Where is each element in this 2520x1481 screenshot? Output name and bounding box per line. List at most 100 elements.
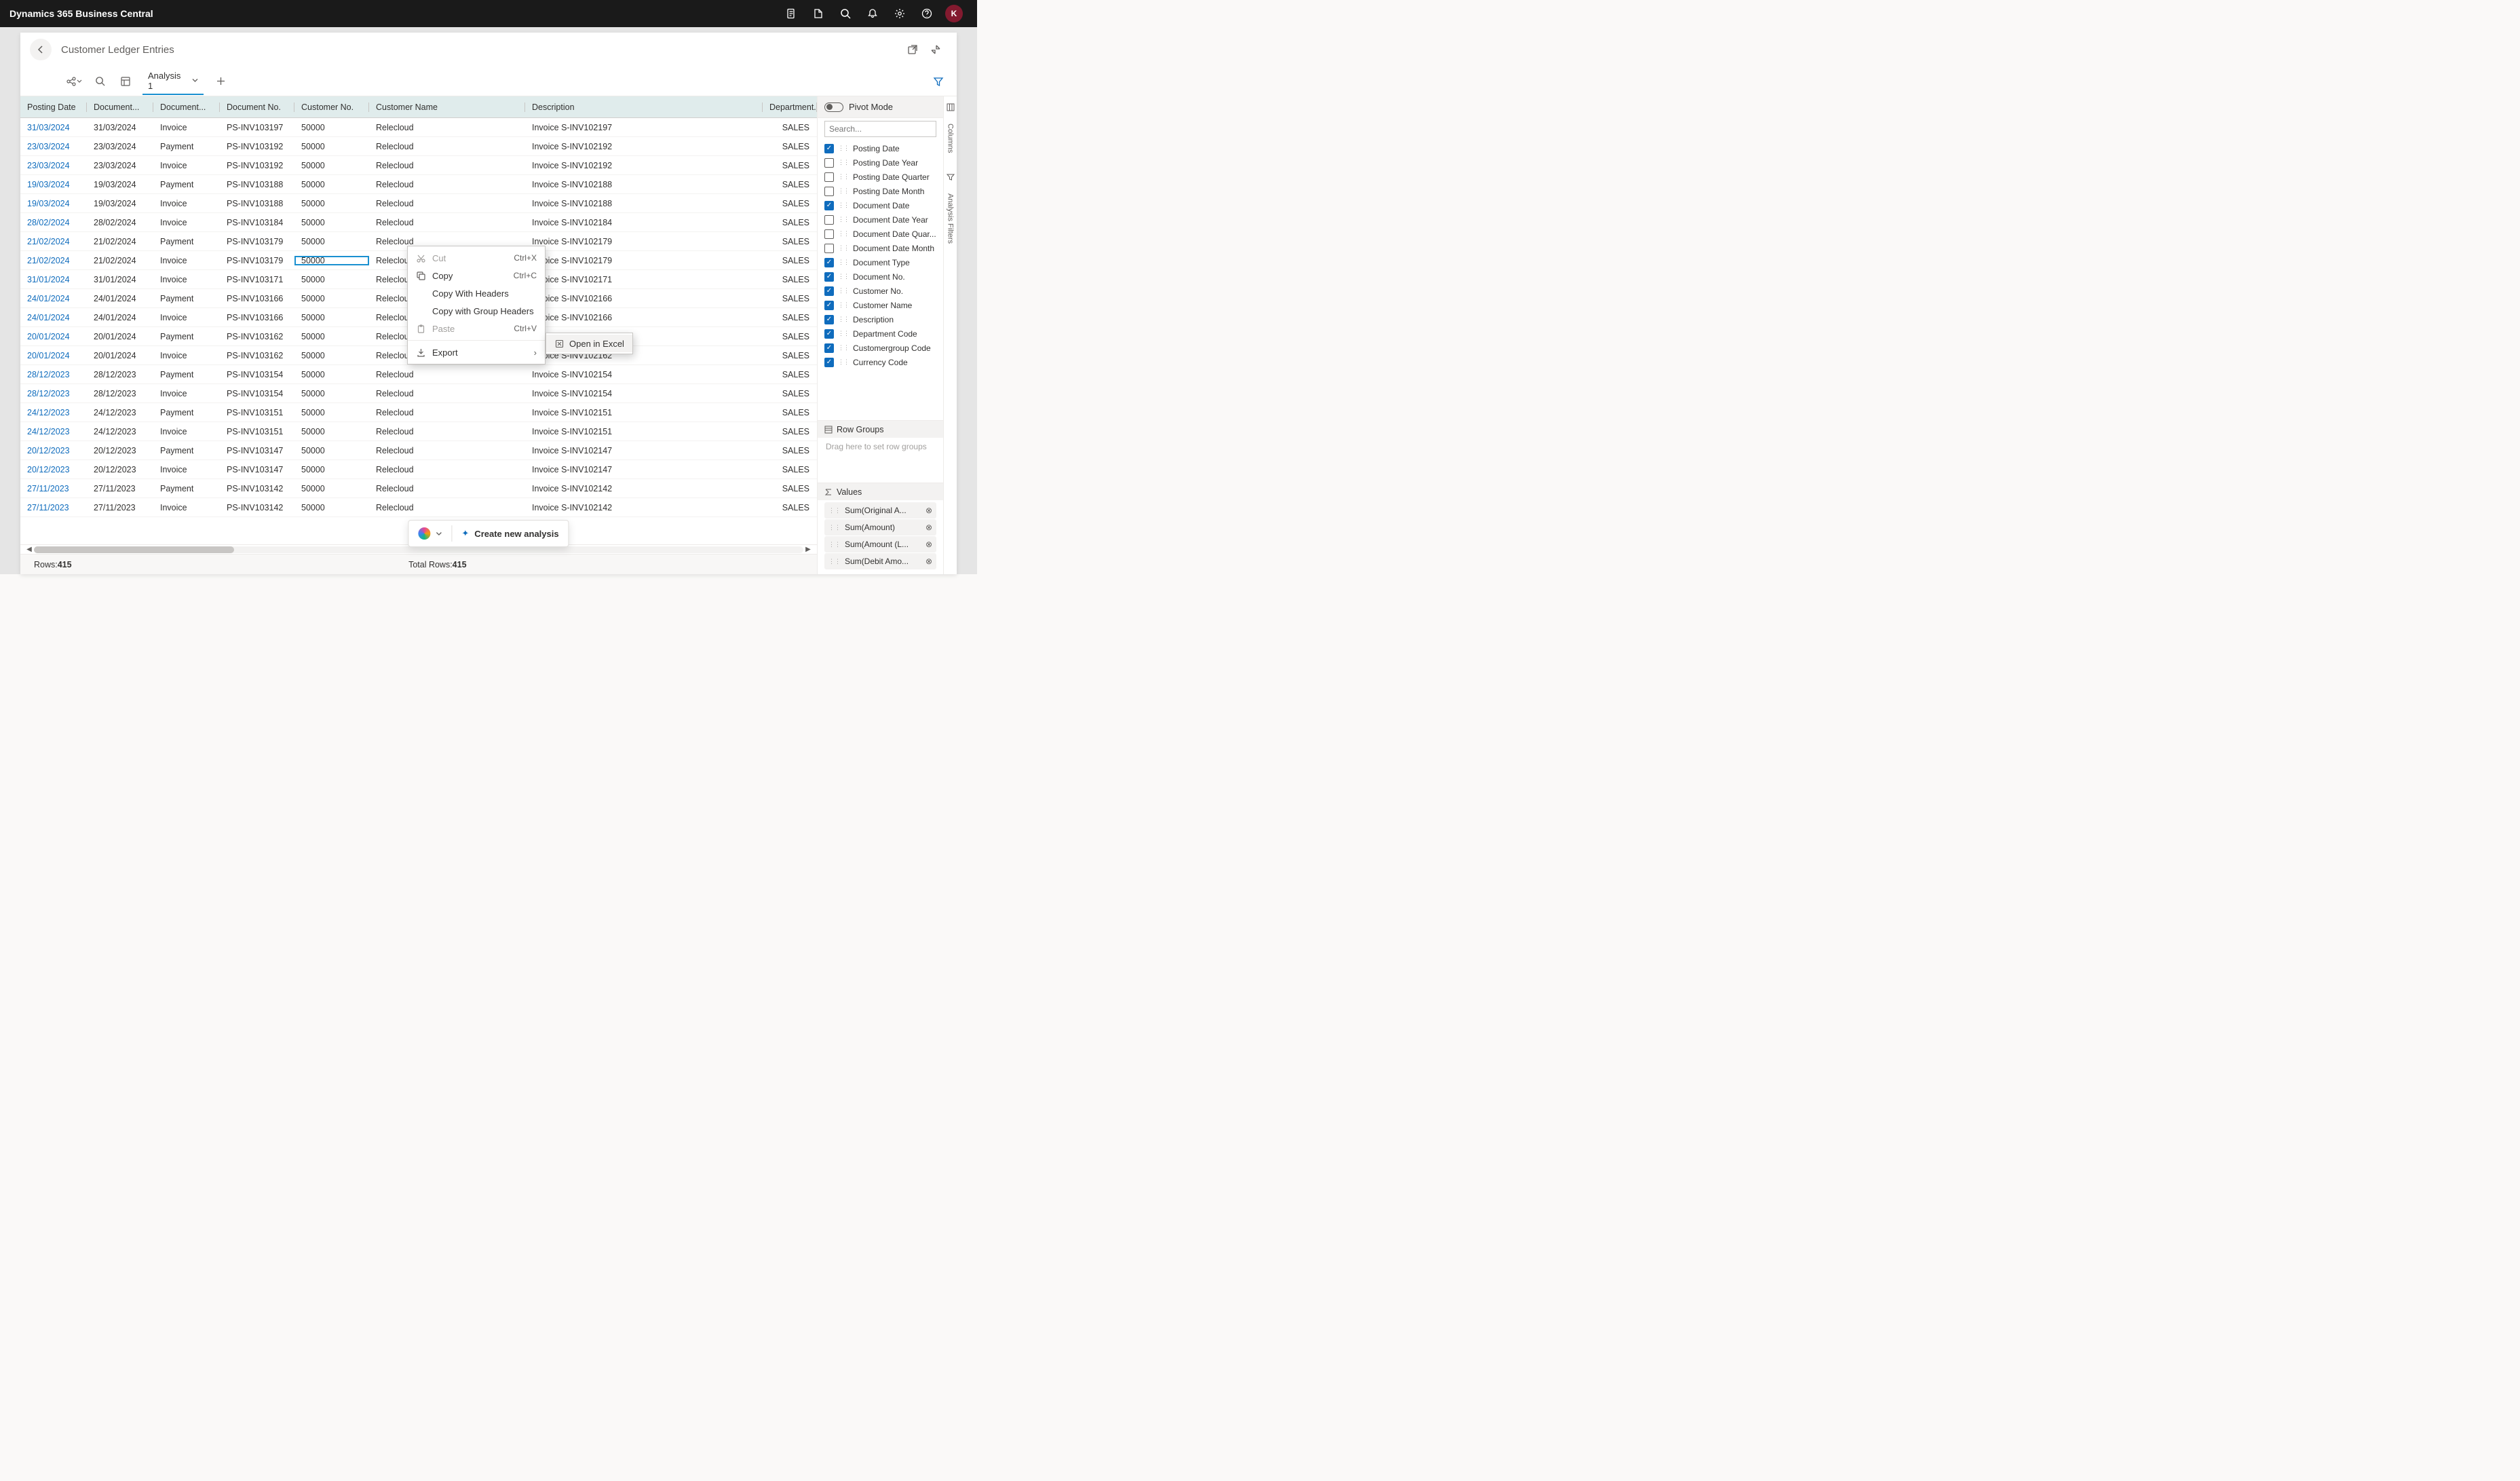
field-item[interactable]: ⋮⋮Document Type [818, 255, 943, 269]
posting-date-cell[interactable]: 24/12/2023 [20, 408, 87, 417]
table-row[interactable]: 28/02/202428/02/2024InvoicePS-INV1031845… [20, 213, 817, 232]
col-description[interactable]: Description [525, 102, 763, 112]
posting-date-cell[interactable]: 31/01/2024 [20, 275, 87, 284]
field-checkbox[interactable] [824, 329, 834, 339]
drag-handle-icon[interactable]: ⋮⋮ [838, 202, 849, 209]
scroll-right-arrow[interactable]: ▶ [803, 546, 813, 553]
ctx-copy-with-headers[interactable]: Copy With Headers [408, 284, 545, 302]
customer-no-cell[interactable]: 50000 [294, 294, 369, 303]
drag-handle-icon[interactable]: ⋮⋮ [838, 330, 849, 337]
field-item[interactable]: ⋮⋮Customer Name [818, 298, 943, 312]
field-item[interactable]: ⋮⋮Customer No. [818, 284, 943, 298]
analyze-icon[interactable] [113, 69, 138, 94]
col-customer-no[interactable]: Customer No. [294, 102, 369, 112]
ctx-copy[interactable]: Copy Ctrl+C [408, 267, 545, 284]
table-row[interactable]: 27/11/202327/11/2023PaymentPS-INV1031425… [20, 479, 817, 498]
drag-handle-icon[interactable]: ⋮⋮ [838, 273, 849, 280]
table-row[interactable]: 23/03/202423/03/2024InvoicePS-INV1031925… [20, 156, 817, 175]
row-groups-drop-zone[interactable]: Drag here to set row groups [818, 438, 943, 455]
drag-handle-icon[interactable]: ⋮⋮ [838, 216, 849, 223]
fields-list[interactable]: ⋮⋮Posting Date⋮⋮Posting Date Year⋮⋮Posti… [818, 140, 943, 420]
posting-date-cell[interactable]: 23/03/2024 [20, 142, 87, 151]
drag-handle-icon[interactable]: ⋮⋮ [838, 244, 849, 252]
field-search-input[interactable] [824, 121, 936, 137]
drag-handle-icon[interactable]: ⋮⋮ [838, 173, 849, 181]
customer-no-cell[interactable]: 50000 [294, 427, 369, 436]
field-checkbox[interactable] [824, 201, 834, 210]
search-icon[interactable] [832, 0, 859, 27]
open-new-window-icon[interactable] [901, 38, 924, 61]
field-item[interactable]: ⋮⋮Department Code [818, 326, 943, 341]
posting-date-cell[interactable]: 28/02/2024 [20, 218, 87, 227]
posting-date-cell[interactable]: 23/03/2024 [20, 161, 87, 170]
posting-date-cell[interactable]: 21/02/2024 [20, 256, 87, 265]
pivot-mode-toggle[interactable] [824, 102, 843, 112]
field-checkbox[interactable] [824, 215, 834, 225]
search-toolbar-icon[interactable] [87, 69, 113, 94]
notifications-icon[interactable] [859, 0, 886, 27]
field-checkbox[interactable] [824, 315, 834, 324]
customer-no-cell[interactable]: 50000 [294, 446, 369, 455]
value-item[interactable]: ⋮⋮Sum(Amount)⊗ [824, 519, 936, 536]
field-item[interactable]: ⋮⋮Description [818, 312, 943, 326]
col-department[interactable]: Department... [763, 102, 817, 112]
field-checkbox[interactable] [824, 258, 834, 267]
field-checkbox[interactable] [824, 229, 834, 239]
share-icon[interactable] [61, 69, 87, 94]
drag-handle-icon[interactable]: ⋮⋮ [838, 301, 849, 309]
posting-date-cell[interactable]: 27/11/2023 [20, 503, 87, 512]
posting-date-cell[interactable]: 24/01/2024 [20, 294, 87, 303]
value-item[interactable]: ⋮⋮Sum(Original A...⊗ [824, 502, 936, 519]
posting-date-cell[interactable]: 24/12/2023 [20, 427, 87, 436]
posting-date-cell[interactable]: 28/12/2023 [20, 370, 87, 379]
ctx-open-in-excel[interactable]: Open in Excel [546, 335, 632, 352]
values-list[interactable]: ⋮⋮Sum(Original A...⊗⋮⋮Sum(Amount)⊗⋮⋮Sum(… [818, 500, 943, 574]
col-document-no[interactable]: Document No. [220, 102, 294, 112]
drag-handle-icon[interactable]: ⋮⋮ [838, 358, 849, 366]
scroll-left-arrow[interactable]: ◀ [24, 546, 34, 553]
posting-date-cell[interactable]: 24/01/2024 [20, 313, 87, 322]
col-posting-date[interactable]: Posting Date [20, 102, 87, 112]
posting-date-cell[interactable]: 31/03/2024 [20, 123, 87, 132]
collapse-icon[interactable] [924, 38, 947, 61]
drag-handle-icon[interactable]: ⋮⋮ [838, 159, 849, 166]
field-item[interactable]: ⋮⋮Posting Date Month [818, 184, 943, 198]
drag-handle-icon[interactable]: ⋮⋮ [828, 541, 841, 548]
customer-no-cell[interactable]: 50000 [294, 408, 369, 417]
table-row[interactable]: 28/12/202328/12/2023PaymentPS-INV1031545… [20, 365, 817, 384]
customer-no-cell[interactable]: 50000 [294, 275, 369, 284]
drag-handle-icon[interactable]: ⋮⋮ [838, 259, 849, 266]
drag-handle-icon[interactable]: ⋮⋮ [838, 230, 849, 238]
ctx-export[interactable]: Export › [408, 343, 545, 361]
table-row[interactable]: 27/11/202327/11/2023InvoicePS-INV1031425… [20, 498, 817, 517]
customer-no-cell[interactable]: 50000 [294, 313, 369, 322]
posting-date-cell[interactable]: 20/12/2023 [20, 465, 87, 474]
customer-no-cell[interactable]: 50000 [294, 218, 369, 227]
customer-no-cell[interactable]: 50000 [294, 256, 369, 265]
table-row[interactable]: 28/12/202328/12/2023InvoicePS-INV1031545… [20, 384, 817, 403]
field-checkbox[interactable] [824, 272, 834, 282]
field-checkbox[interactable] [824, 187, 834, 196]
field-item[interactable]: ⋮⋮Document Date Month [818, 241, 943, 255]
settings-icon[interactable] [886, 0, 913, 27]
col-document-type[interactable]: Document... [153, 102, 220, 112]
customer-no-cell[interactable]: 50000 [294, 123, 369, 132]
table-row[interactable]: 19/03/202419/03/2024PaymentPS-INV1031885… [20, 175, 817, 194]
posting-date-cell[interactable]: 20/12/2023 [20, 446, 87, 455]
table-row[interactable]: 20/12/202320/12/2023InvoicePS-INV1031475… [20, 460, 817, 479]
add-tab-button[interactable] [208, 69, 233, 94]
field-checkbox[interactable] [824, 144, 834, 153]
field-item[interactable]: ⋮⋮Posting Date Quarter [818, 170, 943, 184]
user-avatar[interactable]: K [940, 0, 968, 27]
field-checkbox[interactable] [824, 158, 834, 168]
back-button[interactable] [30, 39, 52, 60]
field-item[interactable]: ⋮⋮Posting Date [818, 141, 943, 155]
customer-no-cell[interactable]: 50000 [294, 142, 369, 151]
col-document-date[interactable]: Document... [87, 102, 153, 112]
customer-no-cell[interactable]: 50000 [294, 484, 369, 493]
document-icon[interactable] [778, 0, 805, 27]
remove-value-icon[interactable]: ⊗ [925, 523, 932, 532]
field-item[interactable]: ⋮⋮Posting Date Year [818, 155, 943, 170]
drag-handle-icon[interactable]: ⋮⋮ [828, 507, 841, 514]
remove-value-icon[interactable]: ⊗ [925, 557, 932, 566]
